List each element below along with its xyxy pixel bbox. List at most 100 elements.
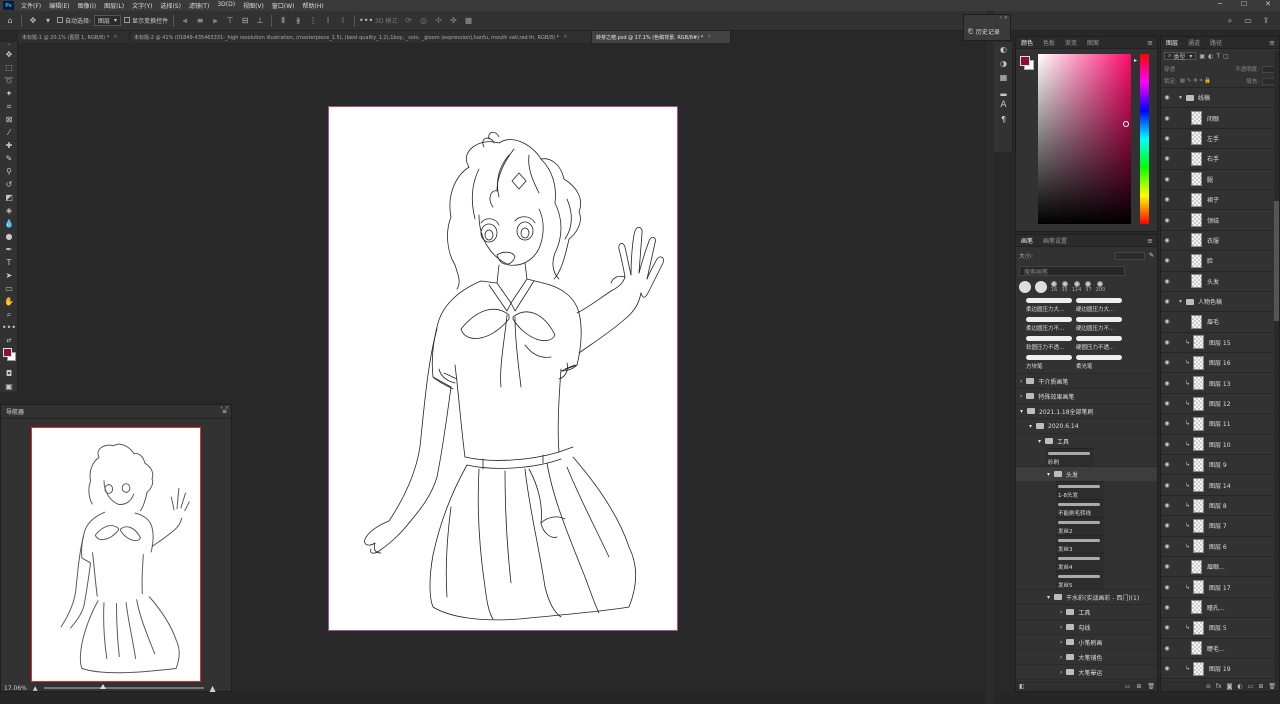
navigator-zoom-value[interactable]: 17.06% bbox=[4, 685, 27, 692]
healing-tool-icon[interactable]: ✚ bbox=[0, 139, 18, 152]
chevron-down-icon[interactable]: ▾ bbox=[1038, 438, 1041, 445]
stamp-tool-icon[interactable]: ⚲ bbox=[0, 165, 18, 178]
layer-row[interactable]: ◉ 头发 bbox=[1161, 270, 1279, 291]
tab-paths[interactable]: 路径 bbox=[1205, 38, 1227, 47]
brush-item[interactable]: 发丝4 bbox=[1056, 553, 1104, 571]
brush-folder[interactable]: › 干介质画笔 bbox=[1016, 373, 1157, 388]
close-tab-icon[interactable]: × bbox=[113, 34, 117, 40]
new-group-icon[interactable]: ▭ bbox=[1248, 683, 1254, 690]
tab-brush-settings[interactable]: 画笔设置 bbox=[1038, 236, 1072, 245]
chevron-down-icon[interactable]: ▾ bbox=[1029, 423, 1032, 430]
chevron-down-icon[interactable]: ▾ bbox=[1020, 408, 1023, 415]
brush-preset[interactable]: 200 bbox=[1096, 281, 1105, 293]
eye-icon[interactable]: ◉ bbox=[1161, 257, 1173, 264]
panel-menu-icon[interactable]: ≡ bbox=[1147, 237, 1153, 245]
color-wheel-icon[interactable]: ◐ bbox=[994, 42, 1013, 56]
layer-row[interactable]: ◉ ↳ 图层 17 bbox=[1161, 576, 1279, 596]
color-swatches[interactable] bbox=[0, 347, 17, 367]
history-panel-collapsed[interactable]: « × ⎗ 历史记录 bbox=[963, 14, 1011, 41]
chevron-down-icon[interactable]: ▾ bbox=[1047, 471, 1050, 478]
brush-settings-icon[interactable]: ✎ bbox=[1149, 252, 1154, 259]
menu-item[interactable]: 帮助(H) bbox=[299, 1, 328, 10]
menu-item[interactable]: 视图(V) bbox=[239, 1, 268, 10]
character-icon[interactable]: A bbox=[994, 98, 1013, 112]
align-right-icon[interactable]: ⫸ bbox=[209, 15, 221, 27]
layer-row[interactable]: ◉ 眉毛 bbox=[1161, 311, 1279, 331]
layer-row[interactable]: ◉ ↳ 图层 15 bbox=[1161, 331, 1279, 352]
brush-item[interactable]: 柔边圆压力不... bbox=[1026, 315, 1074, 331]
adjustments-icon[interactable]: ◑ bbox=[994, 56, 1013, 70]
layer-row[interactable]: ◉ ↳ 图层 7 bbox=[1161, 515, 1279, 535]
close-tab-icon[interactable]: × bbox=[563, 34, 567, 40]
blur-tool-icon[interactable]: 💧 bbox=[0, 217, 18, 230]
distribute-v-icon[interactable]: ⋮ bbox=[307, 15, 319, 27]
rectangle-tool-icon[interactable]: ▭ bbox=[0, 282, 18, 295]
layer-filter-dropdown[interactable]: ⌕ 类型 ▾ bbox=[1164, 52, 1197, 61]
layer-row[interactable]: ◉ ▾ 线稿 bbox=[1161, 87, 1279, 107]
eye-icon[interactable]: ◉ bbox=[1161, 217, 1173, 224]
eye-icon[interactable]: ◉ bbox=[1161, 135, 1173, 142]
new-layer-icon[interactable]: ⊞ bbox=[1258, 683, 1263, 690]
brush-preset[interactable] bbox=[1035, 281, 1047, 293]
brush-folder[interactable]: ▾ 2020.6.14 bbox=[1016, 418, 1157, 433]
brush-item[interactable]: 不能刷毛转线 bbox=[1056, 499, 1104, 517]
brush-preset[interactable]: 16 bbox=[1051, 281, 1057, 293]
layer-row[interactable]: ◉ ↳ 图层 19 bbox=[1161, 657, 1279, 678]
layer-row[interactable]: ◉ 右手 bbox=[1161, 148, 1279, 168]
quick-mask-icon[interactable]: ◘ bbox=[0, 367, 18, 380]
layer-row[interactable]: ◉ 腿 bbox=[1161, 168, 1279, 189]
menu-item[interactable]: 滤镜(T) bbox=[185, 1, 213, 10]
foreground-color[interactable] bbox=[3, 348, 12, 357]
layer-row[interactable]: ◉ ↳ 图层 12 bbox=[1161, 392, 1279, 413]
layer-row[interactable]: ◉ ▾ 人物色稿 bbox=[1161, 290, 1279, 311]
distribute-s-icon[interactable]: ⁝ bbox=[337, 15, 349, 27]
eye-icon[interactable]: ◉ bbox=[1161, 482, 1173, 489]
add-mask-icon[interactable]: ◙ bbox=[1227, 683, 1233, 690]
marquee-tool-icon[interactable]: ⬚ bbox=[0, 61, 18, 74]
home-icon[interactable]: ⌂ bbox=[4, 15, 16, 27]
histogram-icon[interactable]: ▂ bbox=[994, 84, 1013, 98]
eye-icon[interactable]: ◉ bbox=[1161, 461, 1173, 468]
align-middle-icon[interactable]: ⊟ bbox=[239, 15, 251, 27]
tab-color[interactable]: 颜色 bbox=[1016, 38, 1038, 47]
minimize-icon[interactable]: ─ bbox=[1208, 0, 1232, 8]
layer-row[interactable]: ◉ 睫毛... bbox=[1161, 637, 1279, 658]
eye-icon[interactable]: ◉ bbox=[1161, 543, 1173, 550]
layer-row[interactable]: ◉ 脸 bbox=[1161, 250, 1279, 270]
layer-row[interactable]: ◉ ↳ 图层 5 bbox=[1161, 617, 1279, 637]
tab-document-2[interactable]: 未标题-2 @ 41% (01849-435463331-_high resol… bbox=[130, 31, 592, 43]
brush-search-input[interactable]: 搜索画笔 bbox=[1019, 266, 1125, 276]
panel-menu-icon[interactable]: ≡ bbox=[1147, 39, 1153, 47]
layer-row[interactable]: ◉ ↳ 图层 6 bbox=[1161, 535, 1279, 556]
more-icon[interactable]: ••• bbox=[359, 15, 373, 27]
menu-item[interactable]: 编辑(E) bbox=[45, 1, 73, 10]
swap-colors-icon[interactable]: ⇄ bbox=[0, 334, 18, 347]
brush-folder[interactable]: › 大笔铺色 bbox=[1016, 649, 1157, 664]
align-left-icon[interactable]: ⫷ bbox=[179, 15, 191, 27]
brush-folder[interactable]: › 特殊效果画笔 bbox=[1016, 388, 1157, 403]
chevron-right-icon[interactable]: › bbox=[1060, 654, 1062, 661]
menu-item[interactable]: 文字(Y) bbox=[128, 1, 156, 10]
tab-channels[interactable]: 通道 bbox=[1183, 38, 1205, 47]
collapse-icon[interactable]: « × bbox=[999, 15, 1008, 21]
layer-row[interactable]: ◉ 裙子 bbox=[1161, 188, 1279, 209]
workspace-icon[interactable]: ▭ bbox=[1242, 15, 1254, 27]
eye-icon[interactable]: ◉ bbox=[1161, 441, 1173, 448]
zoom-tool-icon[interactable]: ⌕ bbox=[0, 308, 18, 321]
brush-preset[interactable]: 37 bbox=[1085, 281, 1092, 293]
search-icon[interactable]: ⌕ bbox=[1224, 15, 1236, 27]
layer-row[interactable]: ◉ ↳ 图层 11 bbox=[1161, 413, 1279, 433]
tab-patterns[interactable]: 图案 bbox=[1082, 38, 1104, 47]
path-select-tool-icon[interactable]: ➤ bbox=[0, 269, 18, 282]
eye-icon[interactable]: ◉ bbox=[1161, 420, 1173, 427]
chevron-down-icon[interactable]: ▾ bbox=[1179, 94, 1186, 101]
brush-item[interactable]: 软圆压力不透... bbox=[1026, 334, 1074, 350]
lock-icons[interactable]: ▦ ✎ ✥ ⌗ 🔒 bbox=[1180, 78, 1211, 85]
document-canvas[interactable] bbox=[328, 106, 678, 631]
eye-icon[interactable]: ◉ bbox=[1161, 604, 1173, 611]
tab-swatches[interactable]: 色板 bbox=[1038, 38, 1060, 47]
eye-icon[interactable]: ◉ bbox=[1161, 339, 1173, 346]
tab-document-3[interactable]: 转芽之暄.psd @ 17.1% (色稿背景, RGB/8#) * × bbox=[592, 31, 731, 43]
menu-item[interactable]: 图层(L) bbox=[100, 1, 128, 10]
eye-icon[interactable]: ◉ bbox=[1161, 645, 1173, 652]
